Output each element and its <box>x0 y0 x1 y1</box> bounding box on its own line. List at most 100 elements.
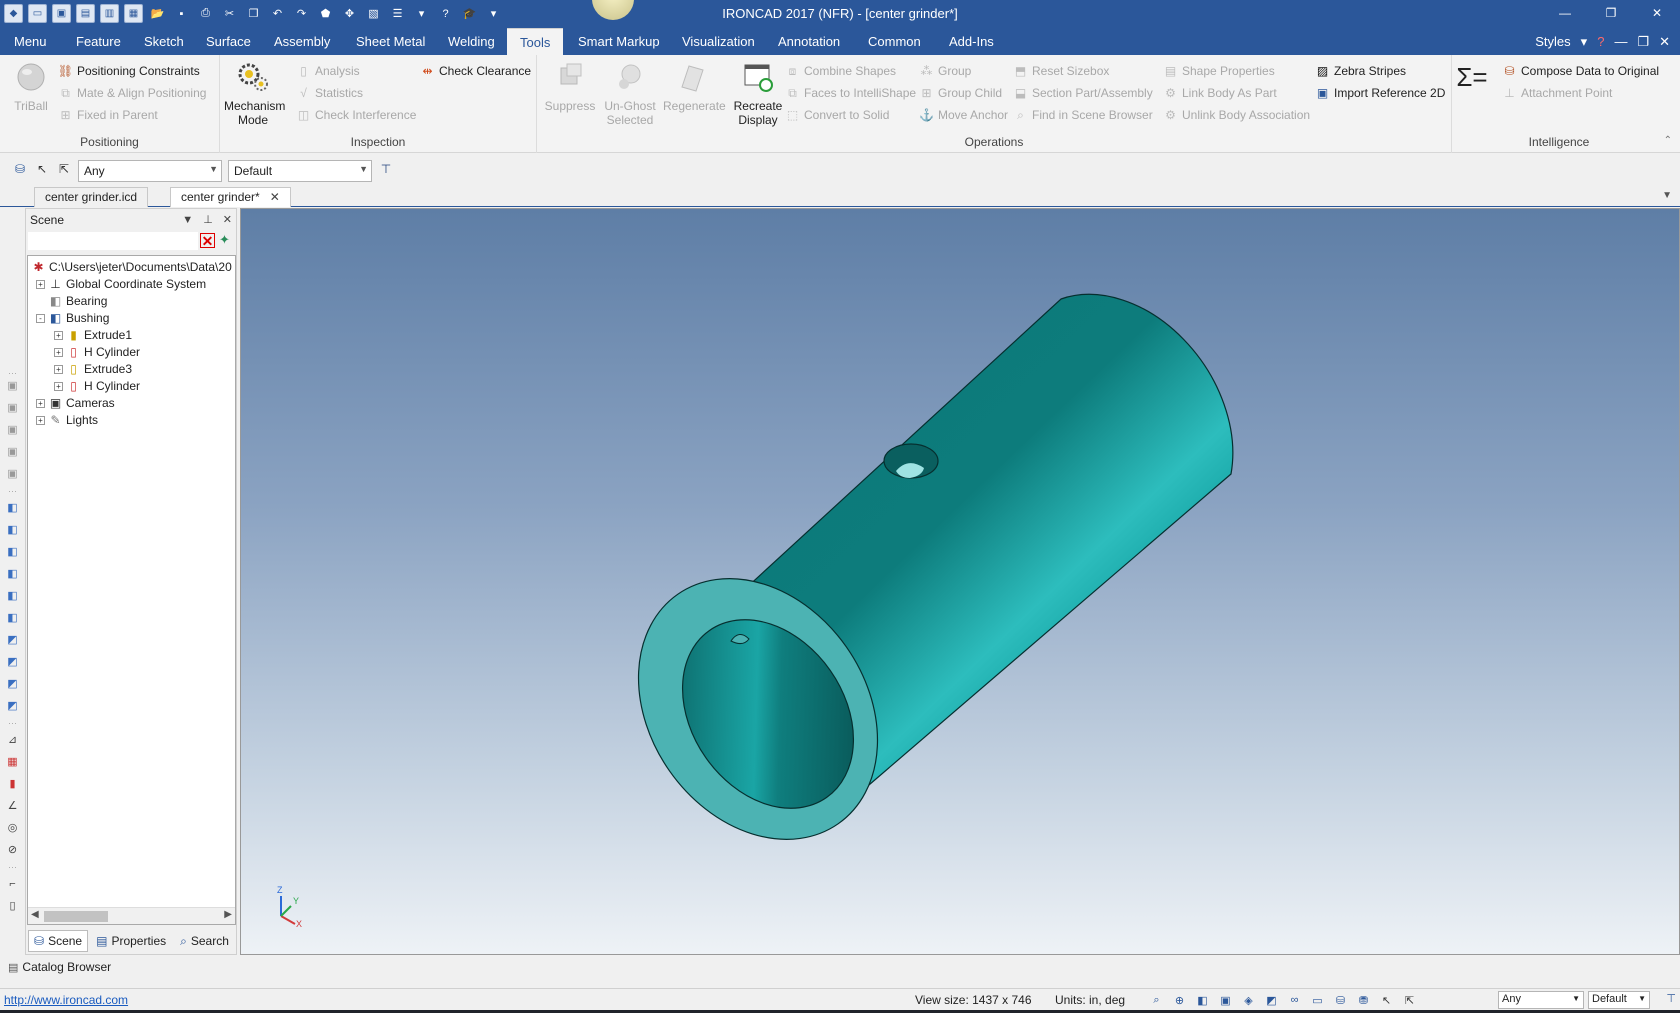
tab-tools[interactable]: Tools <box>507 28 564 55</box>
catalog-browser-bar[interactable]: ▤ Catalog Browser <box>0 956 240 978</box>
style-dropdown[interactable]: Default ▼ <box>228 160 372 182</box>
analysis-button[interactable]: ▯ Analysis <box>296 61 360 81</box>
collapse-ribbon-icon[interactable]: ⌃ <box>1664 135 1672 146</box>
statistics-button[interactable]: √ Statistics <box>296 83 363 103</box>
group-child-button[interactable]: ⊞ Group Child <box>919 83 1002 103</box>
cube-view-icon[interactable]: ◧ <box>5 610 20 625</box>
zoom-extents-icon[interactable]: ⌕ <box>1148 992 1165 1008</box>
expand-icon[interactable]: + <box>54 381 63 391</box>
measure-icon[interactable]: ⊿ <box>5 732 20 747</box>
tree-node-bushing[interactable]: - ◧ Bushing <box>36 309 109 327</box>
select-face-icon[interactable]: ⇱ <box>56 161 72 177</box>
close-button[interactable]: ✕ <box>1634 0 1680 26</box>
recreate-display-button[interactable]: Recreate Display <box>729 59 787 127</box>
mechanism-mode-button[interactable]: Mechanism Mode <box>224 59 285 127</box>
render-icon[interactable]: ◩ <box>5 676 20 691</box>
zebra-stripes-button[interactable]: ▨ Zebra Stripes <box>1315 61 1406 81</box>
close-icon[interactable]: ✕ <box>270 190 280 204</box>
tab-scene[interactable]: ⛁ Scene <box>28 930 89 952</box>
selection-filter-dropdown[interactable]: Any ▼ <box>78 160 222 182</box>
link-body-button[interactable]: ⚙ Link Body As Part <box>1163 83 1277 103</box>
combine-shapes-button[interactable]: ⧈ Combine Shapes <box>785 61 896 81</box>
unghost-selected-button[interactable]: Un-Ghost Selected <box>601 59 659 127</box>
scene-options-icon[interactable]: ✦ <box>219 232 230 248</box>
check-clearance-button[interactable]: ⇹ Check Clearance <box>420 61 531 81</box>
tree-node-extrude1[interactable]: + ▮ Extrude1 <box>54 326 132 344</box>
cube-view-icon[interactable]: ◧ <box>5 566 20 581</box>
panel-menu-icon[interactable]: ▼ <box>182 209 193 231</box>
tree-node-global-coordinate-system[interactable]: + ⊥ Global Coordinate System <box>36 275 206 293</box>
tab-sketch[interactable]: Sketch <box>134 28 194 55</box>
cube-view-icon[interactable]: ◧ <box>5 544 20 559</box>
scroll-right-icon[interactable]: ▶ <box>224 909 232 920</box>
tab-search[interactable]: ⌕ Search <box>174 930 235 952</box>
window-icon[interactable]: ▭ <box>1309 992 1326 1008</box>
tab-add-ins[interactable]: Add-Ins <box>939 28 1004 55</box>
doc-close-button[interactable]: ✕ <box>1659 34 1670 50</box>
tab-visualization[interactable]: Visualization <box>672 28 765 55</box>
render-icon[interactable]: ◩ <box>5 632 20 647</box>
3d-viewport[interactable]: Z Y X <box>240 208 1680 955</box>
doc-restore-button[interactable]: ❐ <box>1637 34 1649 50</box>
cube-view-icon[interactable]: ◧ <box>5 588 20 603</box>
positioning-constraints-button[interactable]: ⛓ Positioning Constraints <box>58 61 200 81</box>
dimension-icon[interactable]: ⌐ <box>5 876 20 891</box>
triball-button[interactable]: TriBall <box>2 59 60 113</box>
pin-icon[interactable]: ⊥ <box>203 209 213 231</box>
status-style-dropdown[interactable]: Default ▼ <box>1588 991 1650 1009</box>
move-anchor-button[interactable]: ⚓ Move Anchor <box>919 105 1008 125</box>
close-icon[interactable]: ✕ <box>223 209 232 231</box>
import-reference-2d-button[interactable]: ▣ Import Reference 2D <box>1315 83 1446 103</box>
shaded-icon[interactable]: ▣ <box>1217 992 1234 1008</box>
tab-properties[interactable]: ▤ Properties <box>90 930 172 952</box>
hierarchy-icon[interactable]: ⊤ <box>378 161 394 177</box>
tab-surface[interactable]: Surface <box>196 28 261 55</box>
fixed-in-parent-button[interactable]: ⊞ Fixed in Parent <box>58 105 157 125</box>
doc-tab-center-grinder-active[interactable]: center grinder* ✕ <box>170 187 291 207</box>
tab-feature[interactable]: Feature <box>66 28 131 55</box>
tree-node-h-cylinder-2[interactable]: + ▯ H Cylinder <box>54 377 140 395</box>
sum-button[interactable]: Σ= <box>1452 59 1492 99</box>
lighting-icon[interactable]: ◩ <box>1263 992 1280 1008</box>
shape-properties-button[interactable]: ▤ Shape Properties <box>1163 61 1275 81</box>
help-button-icon[interactable]: ? <box>1597 34 1604 49</box>
tab-assembly[interactable]: Assembly <box>264 28 340 55</box>
collapse-icon[interactable]: - <box>36 313 45 323</box>
tree-node-extrude3[interactable]: + ▯ Extrude3 <box>54 360 132 378</box>
tab-sheet-metal[interactable]: Sheet Metal <box>346 28 435 55</box>
hierarchy-icon[interactable]: ⊤ <box>1666 992 1676 1005</box>
styles-dropdown-icon[interactable]: ▾ <box>1581 34 1588 50</box>
find-in-scene-button[interactable]: ⌕ Find in Scene Browser <box>1013 105 1153 125</box>
clear-filter-icon[interactable]: ✕ <box>200 233 215 248</box>
select-face-icon[interactable]: ⇱ <box>1401 992 1418 1008</box>
scrollbar-thumb[interactable] <box>44 911 108 922</box>
compose-data-button[interactable]: ⛁ Compose Data to Original <box>1502 61 1659 81</box>
status-filter-dropdown[interactable]: Any ▼ <box>1498 991 1584 1009</box>
view-icon[interactable]: ▣ <box>5 378 20 393</box>
reset-sizebox-button[interactable]: ⬒ Reset Sizebox <box>1013 61 1110 81</box>
section-view-icon[interactable]: ▦ <box>5 754 20 769</box>
minimize-button[interactable]: — <box>1542 0 1588 26</box>
scene-search-input[interactable] <box>28 232 198 250</box>
zoom-icon[interactable]: ⊕ <box>1171 992 1188 1008</box>
expand-icon[interactable]: + <box>36 398 45 408</box>
suppress-button[interactable]: Suppress <box>541 59 599 113</box>
section-part-button[interactable]: ⬓ Section Part/Assembly <box>1013 83 1153 103</box>
angle-icon[interactable]: ∠ <box>5 798 20 813</box>
rotate-icon[interactable]: ◎ <box>5 820 20 835</box>
unlink-body-button[interactable]: ⚙ Unlink Body Association <box>1163 105 1310 125</box>
render-icon[interactable]: ◩ <box>5 654 20 669</box>
tab-welding[interactable]: Welding <box>438 28 505 55</box>
regenerate-button[interactable]: Regenerate <box>663 59 726 113</box>
doc-minimize-button[interactable]: — <box>1614 34 1627 49</box>
tree-node-lights[interactable]: + ✎ Lights <box>36 411 98 429</box>
convert-to-solid-button[interactable]: ⬚ Convert to Solid <box>785 105 890 125</box>
expand-icon[interactable]: + <box>54 330 63 340</box>
select-part-icon[interactable]: ⛁ <box>12 161 28 177</box>
tab-list-dropdown-icon[interactable]: ▼ <box>1662 190 1672 201</box>
tab-annotation[interactable]: Annotation <box>768 28 850 55</box>
render-mode-icon[interactable]: ◈ <box>1240 992 1257 1008</box>
bushing-part-render[interactable] <box>241 209 1680 955</box>
scroll-left-icon[interactable]: ◀ <box>31 909 39 920</box>
view-icon[interactable]: ▣ <box>5 422 20 437</box>
